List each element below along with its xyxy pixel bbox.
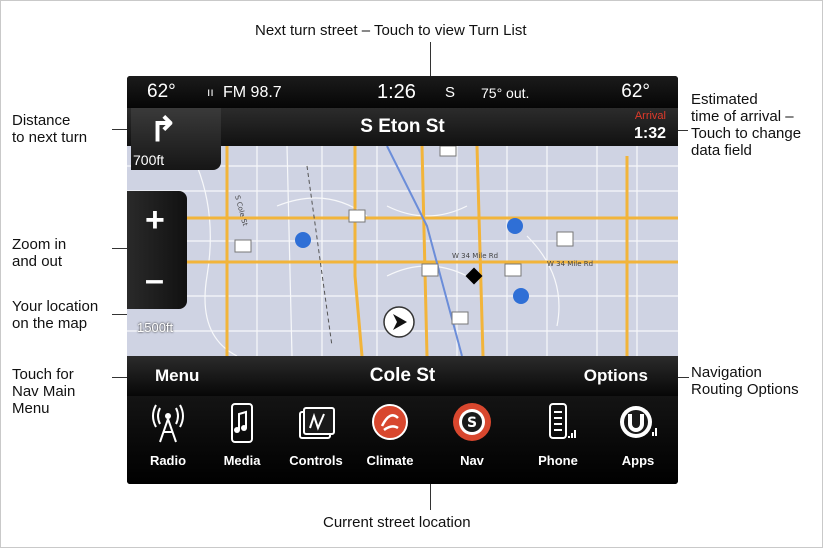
radio-station[interactable]: FM 98.7	[223, 84, 282, 102]
status-bar: 62° ıı FM 98.7 1:26 S 75° out. 62°	[127, 76, 678, 108]
callout-location: Your location on the map	[12, 298, 99, 332]
dock-label: Phone	[538, 453, 578, 468]
nav-screen: S Cole St W 34 Mile Rd W 34 Mile Rd 62° …	[127, 76, 678, 484]
zoom-out-button[interactable]: –	[145, 263, 164, 297]
clock: 1:26	[377, 81, 416, 103]
radio-icon	[152, 404, 184, 443]
dock-controls[interactable]: Controls	[281, 402, 351, 480]
callout-current-street: Current street location	[323, 514, 471, 531]
turn-indicator: ↱ 700ft	[131, 108, 221, 170]
dock-label: Nav	[460, 453, 484, 468]
arrival-time: 1:32	[633, 125, 666, 142]
svg-text:W 34 Mile Rd: W 34 Mile Rd	[547, 260, 593, 268]
climate-icon	[372, 404, 408, 440]
phone-icon	[549, 403, 576, 439]
callout-nav-menu: Touch for Nav Main Menu	[12, 366, 76, 417]
map-view[interactable]: S Cole St W 34 Mile Rd W 34 Mile Rd	[127, 146, 678, 356]
dock-apps[interactable]: Apps	[603, 402, 673, 480]
outside-temp: 75° out.	[481, 85, 530, 101]
callout-eta: Estimated time of arrival – Touch to chang…	[691, 91, 802, 159]
dock-nav[interactable]: S Nav	[437, 402, 507, 480]
options-button[interactable]: Options	[584, 366, 648, 386]
apps-icon	[620, 406, 657, 438]
eta-field[interactable]: Arrival 1:32	[590, 108, 670, 146]
dock-climate[interactable]: Climate	[355, 402, 425, 480]
dock-label: Apps	[621, 453, 655, 468]
zoom-in-button[interactable]: +	[145, 203, 165, 237]
map-streets: S Cole St W 34 Mile Rd W 34 Mile Rd	[127, 146, 678, 356]
dock-phone[interactable]: Phone	[523, 402, 593, 480]
dock-media[interactable]: Media	[207, 402, 277, 480]
dock-label: Climate	[366, 453, 414, 468]
svg-text:W 34 Mile Rd: W 34 Mile Rd	[452, 252, 498, 260]
callout-distance: Distance to next turn	[12, 112, 88, 146]
dock-label: Media	[223, 453, 261, 468]
bottom-nav-bar: Menu Cole St Options	[127, 356, 678, 396]
callout-zoom: Zoom in and out	[12, 236, 67, 270]
app-dock: Radio Media Controls Climate S Nav Phone…	[127, 396, 678, 484]
callout-next-turn-street: Next turn street – Touch to view Turn Li…	[255, 22, 527, 39]
zoom-control: + –	[127, 191, 187, 309]
distance-to-turn: 700ft	[133, 152, 165, 168]
next-turn-street[interactable]: S Eton St	[217, 116, 588, 138]
dock-radio[interactable]: Radio	[133, 402, 203, 480]
cabin-temp-left[interactable]: 62°	[147, 81, 176, 103]
right-turn-arrow-icon: ↱	[149, 111, 178, 149]
map-scale: 1500ft	[137, 320, 174, 335]
dock-label: Controls	[289, 453, 343, 468]
nav-icon: S	[453, 403, 491, 441]
media-icon	[231, 403, 253, 443]
arrival-label: Arrival	[634, 110, 666, 122]
cabin-temp-right[interactable]: 62°	[621, 81, 650, 103]
compass-heading: S	[445, 84, 456, 101]
svg-text:S: S	[467, 415, 477, 431]
controls-icon	[299, 407, 335, 439]
callout-routing: Navigation Routing Options	[691, 364, 799, 398]
dock-label: Radio	[149, 453, 187, 468]
signal-icon: ıı	[207, 85, 214, 99]
